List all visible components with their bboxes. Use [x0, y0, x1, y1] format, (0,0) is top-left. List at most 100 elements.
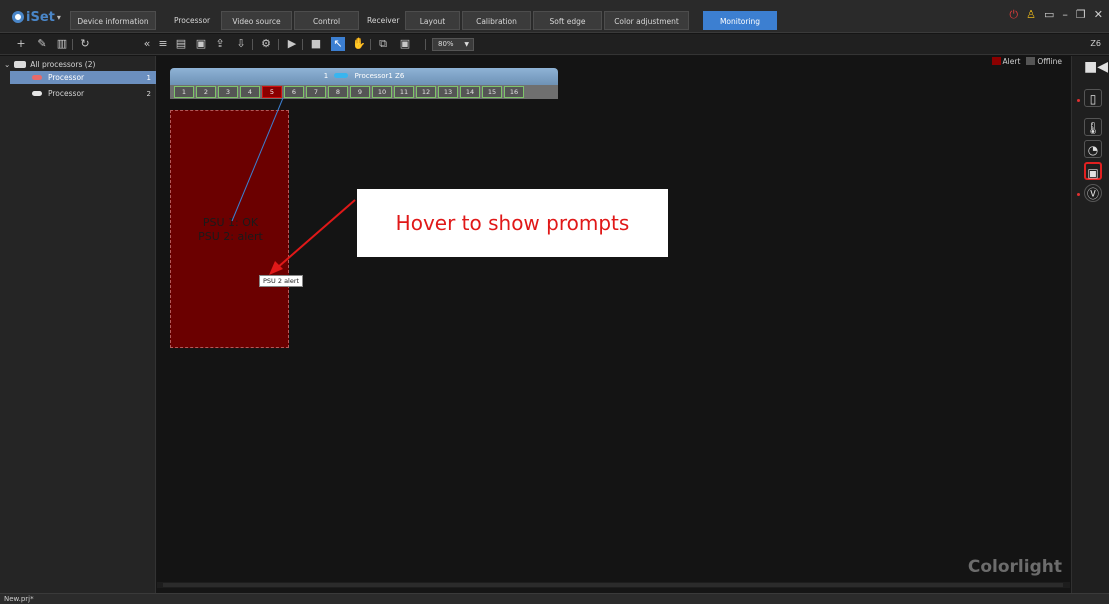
- port-9[interactable]: 9: [350, 86, 370, 98]
- tree-item-label: Processor: [48, 73, 85, 82]
- voltage-icon[interactable]: Ⓥ: [1084, 184, 1102, 202]
- pointer-icon[interactable]: ↖: [331, 37, 345, 51]
- minimize-icon[interactable]: –: [1062, 8, 1068, 22]
- processor-icon: [32, 75, 42, 80]
- delete-icon[interactable]: ▥: [55, 37, 69, 51]
- phone-icon[interactable]: ▯: [1084, 89, 1102, 107]
- offline-swatch: [1026, 57, 1036, 65]
- nav-video-source[interactable]: Video source: [221, 11, 292, 30]
- processors-icon: [14, 60, 27, 68]
- port-1[interactable]: 1: [174, 86, 194, 98]
- port-5[interactable]: 5: [262, 86, 282, 98]
- port-14[interactable]: 14: [460, 86, 480, 98]
- refresh-icon[interactable]: ↻: [78, 37, 92, 51]
- logo-text: iSet: [26, 9, 55, 25]
- horizontal-scrollbar[interactable]: [157, 582, 1070, 588]
- chevron-down-icon: ⌄: [4, 59, 11, 69]
- tree-item-processor-2[interactable]: Processor 2: [10, 87, 156, 100]
- psu1-status: PSU 1: OK: [202, 216, 259, 229]
- file-name: New.prj*: [4, 595, 34, 603]
- nav-color-adjustment[interactable]: Color adjustment: [604, 11, 689, 30]
- right-sidebar: ■◀ ▯ 🌡 ◔ ▣ Ⓥ: [1071, 56, 1109, 593]
- tooltip: PSU 2 alert: [259, 275, 304, 287]
- humidity-icon[interactable]: ◔: [1084, 140, 1102, 158]
- temperature-icon[interactable]: 🌡: [1084, 118, 1102, 136]
- port-6[interactable]: 6: [284, 86, 304, 98]
- save-icon[interactable]: ▣: [194, 37, 208, 51]
- download-icon[interactable]: ⇩: [234, 37, 248, 51]
- camera-icon[interactable]: ■◀: [1084, 58, 1108, 76]
- port-12[interactable]: 12: [416, 86, 436, 98]
- legend: Alert Offline: [991, 57, 1062, 66]
- port-2[interactable]: 2: [196, 86, 216, 98]
- monitoring-canvas[interactable]: Alert Offline 1 Processor1 Z6 1234567891…: [157, 56, 1070, 588]
- processor-card[interactable]: 1 Processor1 Z6 1 2 3 4 5 6 7 8 9 10 11 12 13 14 15 16: [170, 68, 558, 99]
- screen-area[interactable]: PSU 1: OK PSU 2: alert: [170, 110, 289, 348]
- zoom-select[interactable]: 80% ▼: [432, 38, 474, 51]
- annotation-overlay: [231, 97, 356, 275]
- processor-tree-panel: ⌄ All processors (2) Processor 1 Process…: [0, 56, 156, 593]
- copy-icon[interactable]: ⧉: [376, 37, 390, 51]
- tree-item-number: 1: [146, 73, 151, 82]
- nav-device-information[interactable]: Device information: [70, 11, 156, 30]
- model-label: Z6: [1090, 39, 1101, 48]
- stop-icon[interactable]: ■: [309, 37, 323, 51]
- toolbar-divider: [302, 39, 303, 50]
- scrollbar-thumb[interactable]: [163, 583, 1063, 587]
- tree-root-label: All processors (2): [30, 59, 96, 69]
- alert-swatch: [991, 57, 1001, 65]
- list-icon[interactable]: ≡: [156, 37, 170, 51]
- port-4[interactable]: 4: [240, 86, 260, 98]
- port-7[interactable]: 7: [306, 86, 326, 98]
- processor-name: Processor1 Z6: [354, 72, 405, 80]
- restore-icon[interactable]: ❐: [1076, 8, 1086, 22]
- brand-watermark: Colorlight: [967, 557, 1062, 577]
- play-icon[interactable]: ▶: [285, 37, 299, 51]
- logo-icon: [12, 11, 24, 23]
- toolbar-divider: [278, 39, 279, 50]
- toolbar-divider: [252, 39, 253, 50]
- port-13[interactable]: 13: [438, 86, 458, 98]
- nav-soft-edge[interactable]: Soft edge: [533, 11, 602, 30]
- nav-control[interactable]: Control: [294, 11, 359, 30]
- nav-layout[interactable]: Layout: [405, 11, 460, 30]
- status-bar: New.prj*: [0, 593, 1109, 604]
- tree-root[interactable]: ⌄ All processors (2): [4, 58, 95, 70]
- processor-header[interactable]: 1 Processor1 Z6: [170, 68, 558, 85]
- top-bar: iSet ▾ Device information Processor Vide…: [0, 0, 1109, 33]
- port-3[interactable]: 3: [218, 86, 238, 98]
- display-icon[interactable]: ▭: [1044, 8, 1054, 22]
- port-15[interactable]: 15: [482, 86, 502, 98]
- tree-item-processor-1[interactable]: Processor 1: [10, 71, 156, 84]
- nav-monitoring[interactable]: Monitoring: [703, 11, 777, 30]
- processor-index: 1: [323, 72, 329, 80]
- callout-box: Hover to show prompts: [357, 189, 668, 257]
- collapse-icon[interactable]: «: [140, 37, 154, 51]
- nav-group-receiver: Receiver: [367, 16, 400, 25]
- port-16[interactable]: 16: [504, 86, 524, 98]
- port-10[interactable]: 10: [372, 86, 392, 98]
- warning-icon[interactable]: ⏻: [1009, 8, 1018, 22]
- legend-offline: Offline: [1026, 57, 1062, 66]
- chevron-down-icon: ▼: [464, 41, 469, 48]
- hand-icon[interactable]: ✋: [352, 37, 366, 51]
- zoom-value: 80%: [438, 40, 454, 48]
- upload-icon[interactable]: ⇪: [213, 37, 227, 51]
- psu2-status: PSU 2: alert: [198, 230, 263, 243]
- chevron-down-icon: ▾: [56, 12, 61, 22]
- edit-icon[interactable]: ✎: [35, 37, 49, 51]
- user-icon[interactable]: ♙: [1026, 8, 1036, 22]
- app-logo[interactable]: iSet ▾: [12, 6, 61, 28]
- close-icon[interactable]: ✕: [1094, 8, 1103, 22]
- port-8[interactable]: 8: [328, 86, 348, 98]
- port-11[interactable]: 11: [394, 86, 414, 98]
- settings-icon[interactable]: ⚙: [259, 37, 273, 51]
- power-supply-icon[interactable]: ▣: [1084, 162, 1102, 180]
- open-folder-icon[interactable]: ▤: [174, 37, 188, 51]
- nav-calibration[interactable]: Calibration: [462, 11, 531, 30]
- alert-dot: [1077, 193, 1080, 196]
- window-icon[interactable]: ▣: [398, 37, 412, 51]
- window-controls: ⏻ ♙ ▭ – ❐ ✕: [1009, 8, 1103, 22]
- app-window: iSet ▾ Device information Processor Vide…: [0, 0, 1109, 604]
- add-icon[interactable]: +: [14, 37, 28, 51]
